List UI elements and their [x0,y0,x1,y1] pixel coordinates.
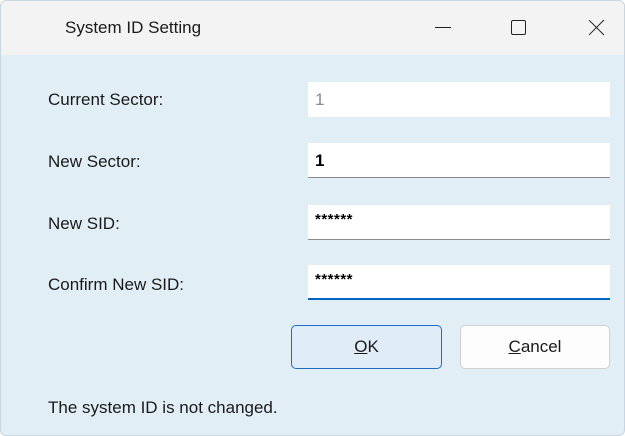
current-sector-field: 1 [308,82,610,117]
ok-button-label: OK [354,337,379,356]
current-sector-label: Current Sector: [48,90,164,109]
cancel-button-label: Cancel [508,337,562,356]
maximize-icon [510,19,526,35]
new-sector-input[interactable]: 1 [308,143,610,178]
system-id-dialog: System ID Setting Current Sector: 1 New … [0,0,625,436]
minimize-icon [435,26,451,28]
new-sector-label: New Sector: [48,152,141,171]
confirm-sid-label: Confirm New SID: [48,275,185,294]
cancel-button[interactable]: Cancel [460,325,610,369]
new-sid-input[interactable]: ****** [308,205,610,240]
minimize-button[interactable] [420,1,466,47]
confirm-sid-input[interactable]: ****** [308,265,610,300]
close-icon [589,19,605,35]
new-sid-label: New SID: [48,214,120,233]
close-button[interactable] [574,1,620,47]
status-message: The system ID is not changed. [48,398,278,417]
maximize-button[interactable] [495,1,541,47]
window-title: System ID Setting [65,18,202,37]
ok-button[interactable]: OK [291,325,442,369]
title-bar[interactable]: System ID Setting [1,1,624,55]
